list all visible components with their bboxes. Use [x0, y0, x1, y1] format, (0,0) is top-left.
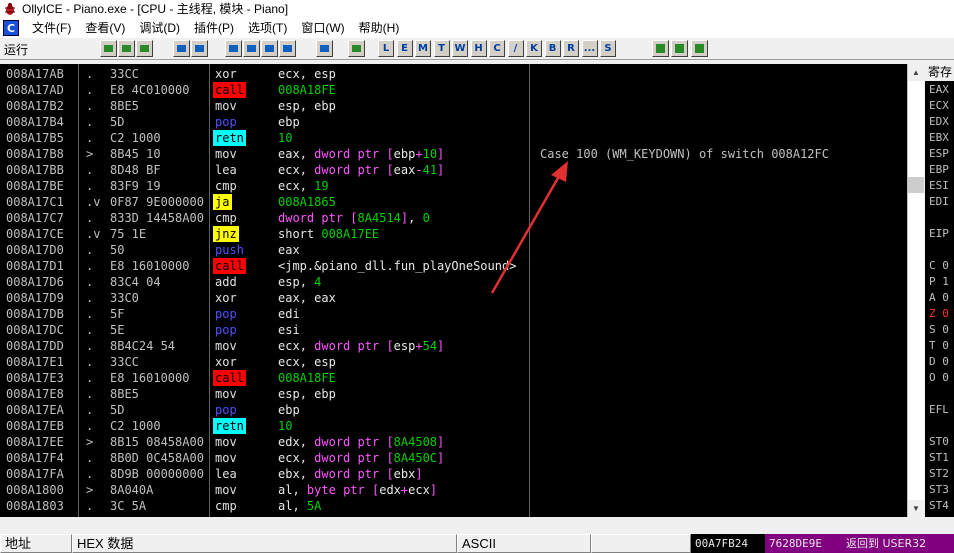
toolbar-letter-button[interactable]: T [433, 40, 450, 57]
register-line[interactable]: EBP [929, 162, 949, 178]
register-line[interactable]: ESP [929, 146, 949, 162]
register-line[interactable]: O 0 [929, 370, 949, 386]
menu-plugins[interactable]: 插件(P) [187, 18, 241, 38]
register-line[interactable]: Z 0 [929, 306, 949, 322]
window-title: OllyICE - Piano.exe - [CPU - 主线程, 模块 - P… [22, 2, 289, 16]
disasm-scrollbar[interactable]: ▲ ▼ [907, 64, 924, 517]
toolbar-letter-button[interactable]: K [526, 40, 542, 57]
registers-header: 寄存 [925, 64, 954, 81]
toolbar-letter-label: / [513, 43, 518, 54]
register-line[interactable]: EBX [929, 130, 949, 146]
list-icon[interactable] [652, 40, 669, 57]
step-over-icon[interactable] [243, 40, 260, 57]
toolbar-letter-button[interactable]: C [489, 40, 505, 57]
register-line[interactable]: EFL [929, 402, 949, 418]
disassembly-pane[interactable]: 008A17AB. 33CC xor ecx, esp 008A17AD. E8 4C01… [0, 64, 907, 517]
trace-over-icon[interactable] [279, 40, 296, 57]
register-line[interactable]: S 0 [929, 322, 949, 338]
menu-view[interactable]: 查看(V) [78, 18, 132, 38]
open-icon[interactable] [100, 40, 117, 57]
toolbar-letter-label: H [474, 43, 483, 54]
register-line[interactable]: EDI [929, 194, 949, 210]
toolbar-letter-label: L [382, 43, 390, 54]
toolbar-letter-button[interactable]: E [396, 40, 413, 57]
menu-help[interactable]: 帮助(H) [352, 18, 407, 38]
toolbar-letter-label: B [548, 43, 557, 54]
register-line[interactable]: C 0 [929, 258, 949, 274]
dump-ascii-header[interactable]: ASCII [457, 534, 591, 553]
close-program-icon[interactable] [136, 40, 153, 57]
register-line[interactable]: EDX [929, 114, 949, 130]
dump-address-header[interactable]: 地址 [0, 534, 72, 553]
register-line[interactable]: EAX [929, 82, 949, 98]
toolbar-letter-button[interactable]: B [544, 40, 561, 57]
toolbar-letter-label: S [604, 43, 612, 54]
toolbar-letter-button[interactable]: ... [581, 40, 598, 57]
menu-debug[interactable]: 调试(D) [132, 18, 187, 38]
toolbar-letter-button[interactable]: H [470, 40, 487, 57]
toolbar-letter-button[interactable]: S [600, 40, 616, 57]
execute-till-return-icon[interactable] [316, 40, 333, 57]
register-line[interactable]: P 1 [929, 274, 949, 290]
menu-window[interactable]: 窗口(W) [294, 18, 351, 38]
grid-icon[interactable] [671, 40, 688, 57]
register-line[interactable]: EIP [929, 226, 949, 242]
toolbar-letter-button[interactable]: M [415, 40, 431, 57]
menu-file[interactable]: 文件(F) [25, 18, 78, 38]
toolbar-letter-label: W [454, 43, 466, 54]
scroll-up-icon[interactable]: ▲ [908, 64, 924, 81]
toolbar-letter-label: ... [583, 43, 596, 54]
pause-icon[interactable] [191, 40, 208, 57]
toolbar-letter-label: K [530, 43, 538, 54]
menu-options[interactable]: 选项(T) [241, 18, 294, 38]
toolbar-letter-button[interactable]: L [378, 40, 394, 57]
dump-and-stack-area: 地址 HEX 数据 ASCII 00A7FB24 7628DE9E 返回到 US… [0, 517, 954, 553]
toolbar-letter-label: M [418, 43, 428, 54]
register-line[interactable]: T 0 [929, 338, 949, 354]
annotation-arrow [490, 161, 568, 294]
register-line[interactable]: ESI [929, 178, 949, 194]
title-bar: OllyICE - Piano.exe - [CPU - 主线程, 模块 - P… [0, 0, 954, 18]
scroll-thumb[interactable] [908, 177, 924, 193]
toolbar-letter-label: T [438, 43, 445, 54]
dump-hex-header[interactable]: HEX 数据 [72, 534, 457, 553]
restart-icon[interactable] [118, 40, 135, 57]
app-bug-icon [5, 3, 15, 15]
stack-comment[interactable]: 返回到 USER32 [842, 534, 954, 553]
register-line[interactable]: ST1 [929, 450, 949, 466]
cpu-window-icon[interactable]: C [3, 20, 19, 36]
help-icon[interactable] [691, 40, 708, 57]
menu-bar: C 文件(F) 查看(V) 调试(D) 插件(P) 选项(T) 窗口(W) 帮助… [0, 18, 954, 38]
register-line[interactable]: A 0 [929, 290, 949, 306]
toolbar: 运行 L E M T W H C / K B R... S [0, 38, 954, 60]
register-line[interactable]: ST2 [929, 466, 949, 482]
stack-address[interactable]: 00A7FB24 [691, 534, 765, 553]
stack-value[interactable]: 7628DE9E [765, 534, 842, 553]
scroll-down-icon[interactable]: ▼ [908, 500, 924, 517]
dump-extra-header [591, 534, 691, 553]
register-line[interactable]: ST4 [929, 498, 949, 514]
toolbar-letter-label: C [493, 43, 501, 54]
run-status: 运行 [4, 43, 29, 57]
toolbar-letter-label: E [401, 43, 408, 54]
goto-icon[interactable] [348, 40, 365, 57]
run-icon[interactable] [173, 40, 190, 57]
toolbar-letter-label: R [567, 43, 575, 54]
register-line[interactable]: D 0 [929, 354, 949, 370]
toolbar-letter-button[interactable]: W [452, 40, 468, 57]
trace-into-icon[interactable] [261, 40, 278, 57]
register-line[interactable]: ECX [929, 98, 949, 114]
register-line[interactable]: ST0 [929, 434, 949, 450]
registers-pane[interactable]: 寄存 EAX ECX EDX EBX ESP EBP ESI EDI EIP C 0P 1A 0Z… [925, 64, 954, 517]
register-line[interactable]: ST3 [929, 482, 949, 498]
step-into-icon[interactable] [225, 40, 242, 57]
toolbar-letter-button[interactable]: / [507, 40, 524, 57]
toolbar-letter-button[interactable]: R [563, 40, 579, 57]
